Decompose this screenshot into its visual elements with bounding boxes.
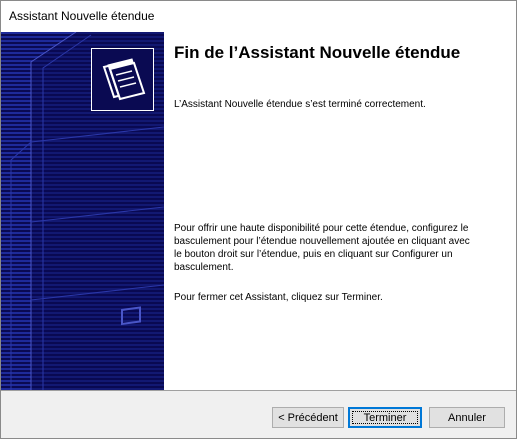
- failover-instructions: Pour offrir une haute disponibilité pour…: [174, 223, 470, 273]
- finish-button-label: Terminer: [363, 411, 407, 424]
- back-button-label: < Précédent: [278, 411, 338, 424]
- wizard-side-panel: [1, 32, 164, 390]
- window-title: Assistant Nouvelle étendue: [9, 9, 155, 23]
- cancel-button[interactable]: Annuler: [429, 407, 505, 428]
- folders-icon: [91, 48, 154, 111]
- finish-button[interactable]: Terminer: [348, 407, 422, 428]
- wizard-content: Fin de l’Assistant Nouvelle étendue L’As…: [164, 32, 516, 390]
- back-button[interactable]: < Précédent: [272, 407, 344, 428]
- cancel-button-label: Annuler: [448, 411, 486, 424]
- page-title: Fin de l’Assistant Nouvelle étendue: [174, 43, 461, 62]
- title-bar: Assistant Nouvelle étendue: [1, 1, 516, 32]
- wizard-window: Assistant Nouvelle étendue Fin de l’Assi…: [0, 0, 517, 439]
- close-instructions: Pour fermer cet Assistant, cliquez sur T…: [174, 292, 383, 303]
- button-bar: < Précédent Terminer Annuler: [1, 391, 516, 438]
- completion-message: L’Assistant Nouvelle étendue s’est termi…: [174, 99, 426, 110]
